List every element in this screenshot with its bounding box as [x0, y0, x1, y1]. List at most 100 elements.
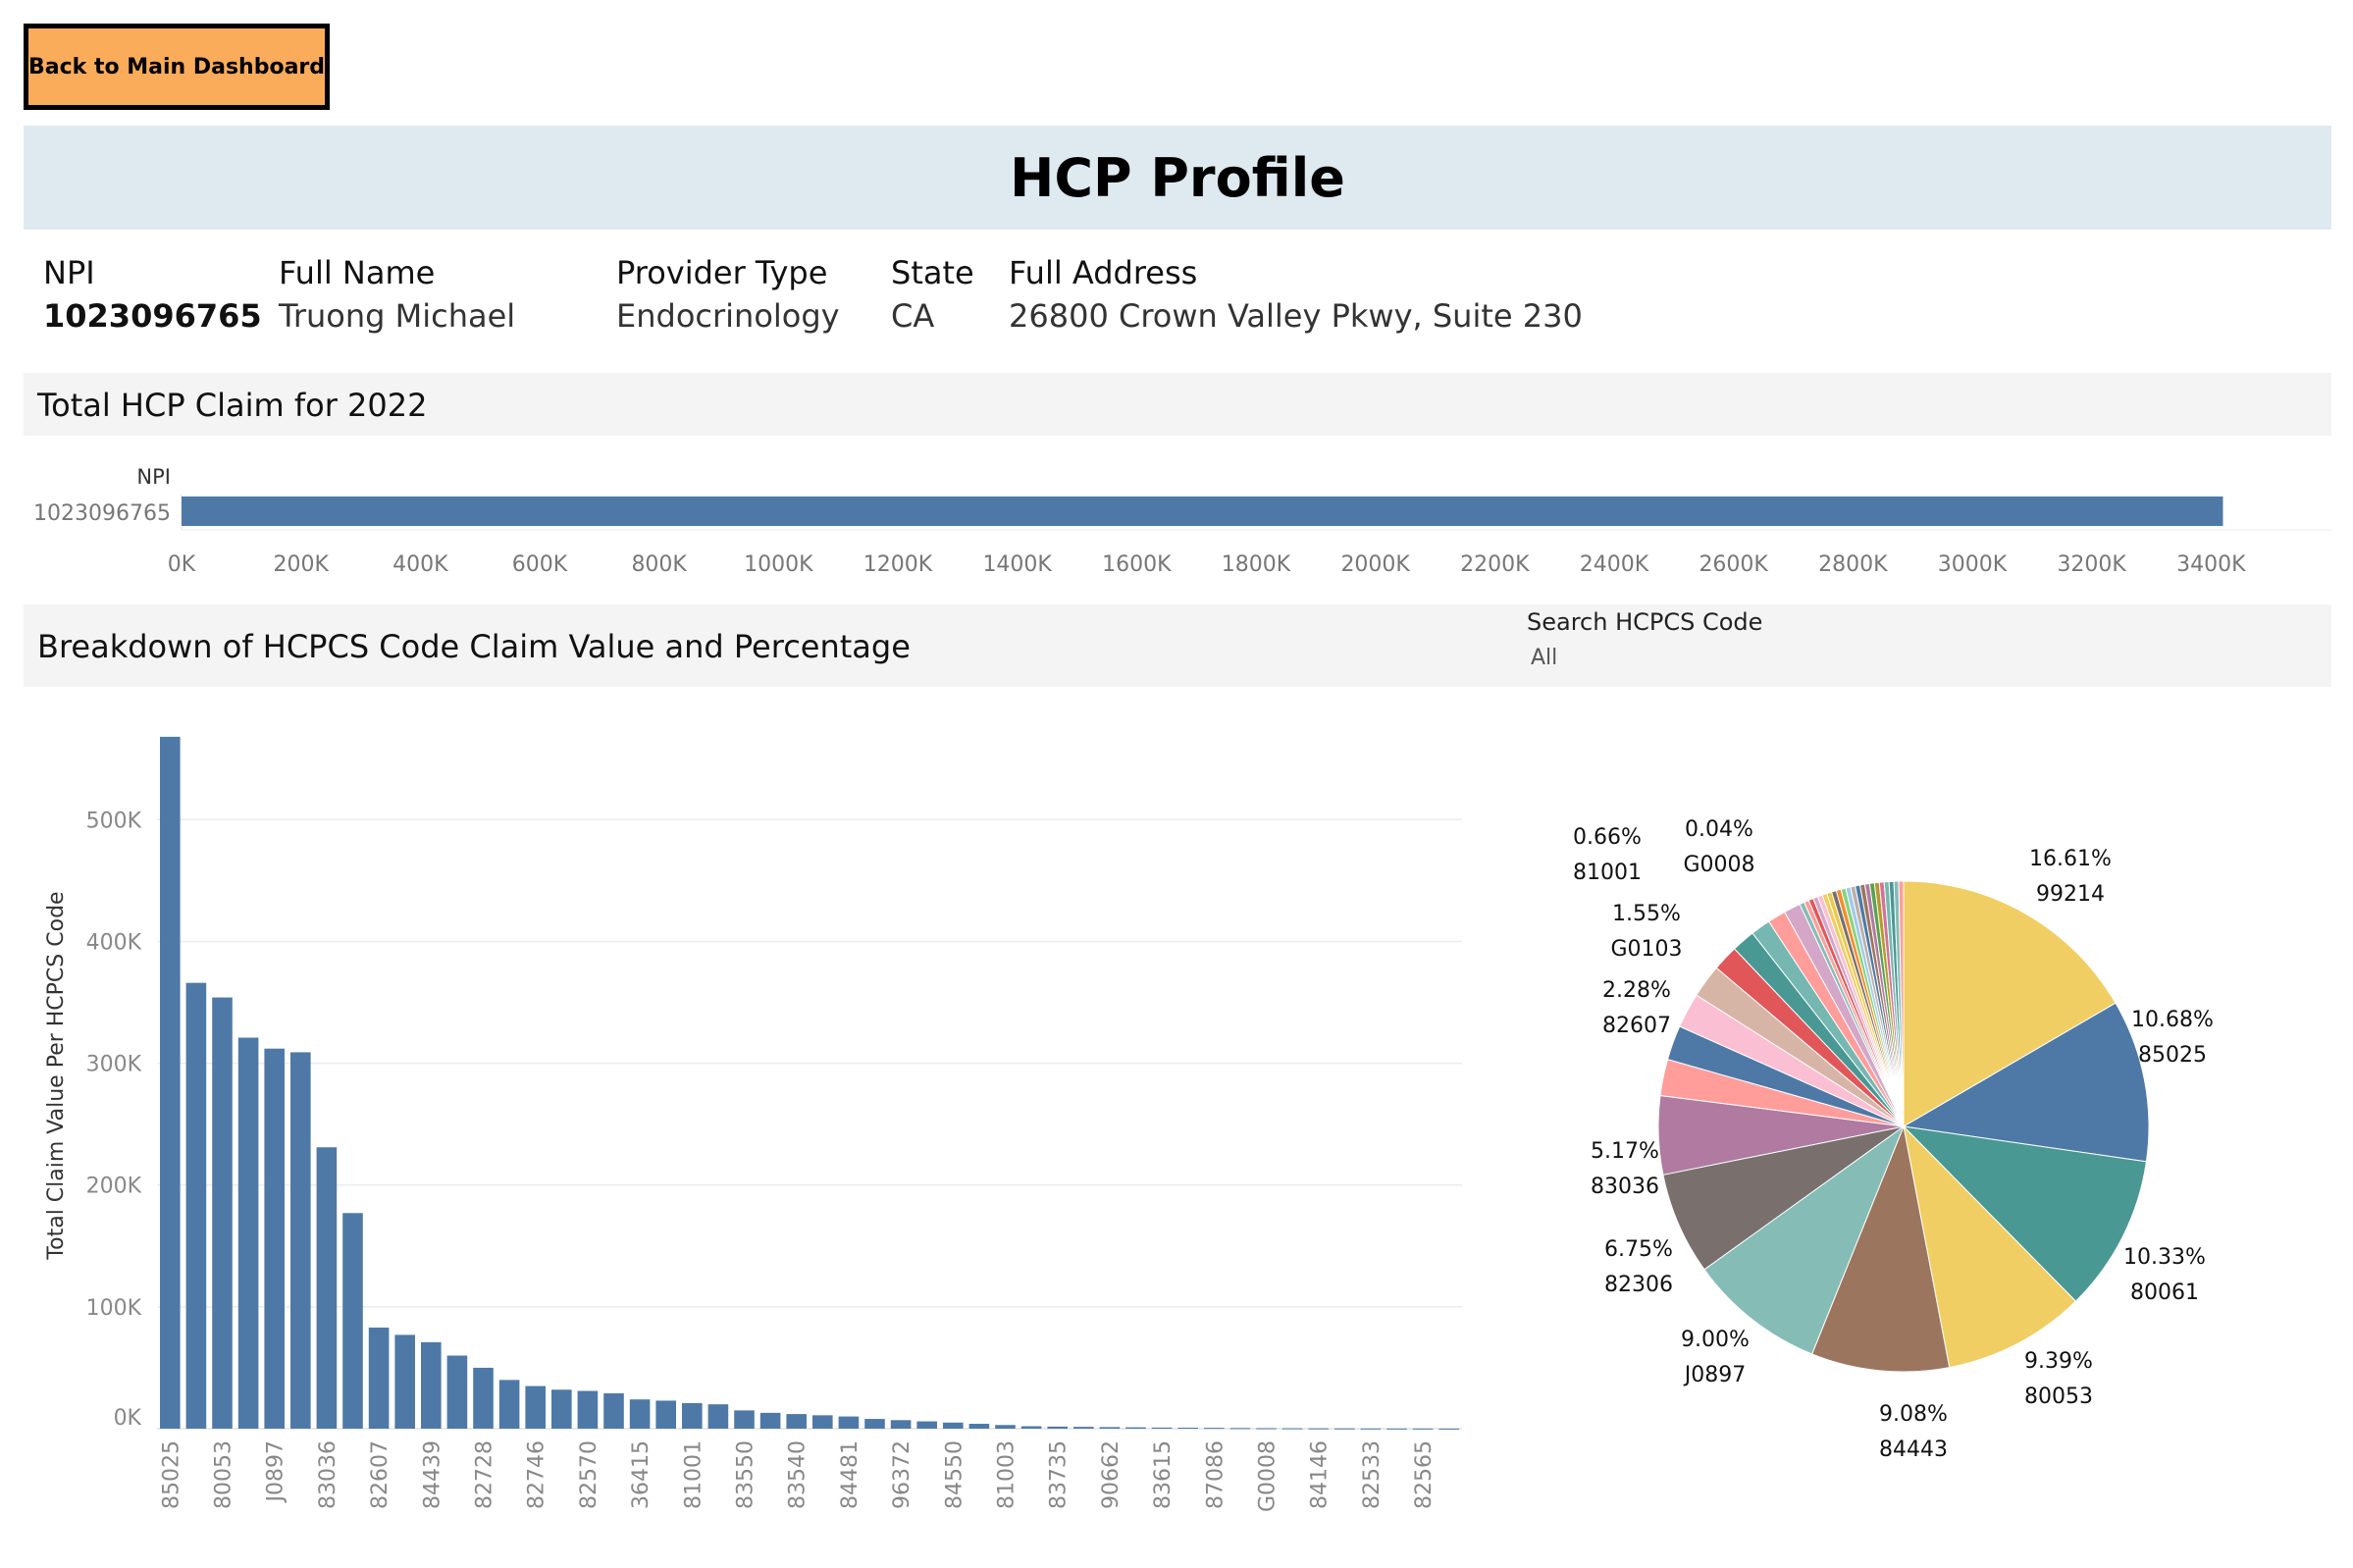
- provider-type-value: Endocrinology: [616, 297, 840, 335]
- vbar-y-tick-label: 100K: [86, 1296, 142, 1321]
- search-hcpcs-label: Search HCPCS Code: [1527, 608, 1763, 636]
- vbar-x-tick-label: 82565: [1412, 1440, 1437, 1509]
- hbar-x-tick-label: 200K: [273, 552, 329, 577]
- hbar-category-label: 1023096765: [33, 501, 171, 526]
- vbar-bar: [812, 1415, 833, 1429]
- vbar-bar: [1438, 1428, 1459, 1430]
- vbar-bar: [1360, 1428, 1382, 1430]
- full-name-label: Full Name: [279, 254, 436, 291]
- vbar-x-tick-label: 96372: [890, 1440, 915, 1509]
- vbar-bar: [1073, 1427, 1094, 1429]
- vbar-x-tick-label: 36415: [629, 1440, 654, 1509]
- vbar-x-tick-label: 84550: [942, 1440, 967, 1509]
- vbar-x-tick-label: 84481: [838, 1440, 863, 1509]
- vbar-bar: [968, 1424, 990, 1429]
- vbar-x-tick-label: G0008: [1256, 1440, 1281, 1512]
- pie-percent-label: 0.04%: [1685, 817, 1753, 842]
- vbar-bar: [1334, 1428, 1355, 1430]
- hbar-x-tick-label: 2200K: [1460, 552, 1530, 577]
- vbar-bar: [394, 1334, 415, 1429]
- pie-percent-label: 2.28%: [1602, 978, 1671, 1003]
- vbar-y-tick-label: 500K: [86, 809, 142, 833]
- vbar-x-tick-label: 82570: [577, 1440, 601, 1509]
- hbar-x-tick-label: 2000K: [1340, 552, 1410, 577]
- state-label: State: [891, 254, 974, 291]
- vbar-bar: [629, 1399, 651, 1429]
- vbar-bar: [1047, 1426, 1068, 1429]
- address-label: Full Address: [1009, 254, 1198, 291]
- vbar-x-tick-label: 83735: [1047, 1440, 1072, 1509]
- breakdown-header: Breakdown of HCPCS Code Claim Value and …: [24, 604, 2331, 687]
- vbar-bar: [786, 1414, 807, 1429]
- pie-code-label: 85025: [2138, 1043, 2207, 1068]
- vbar-bar: [446, 1355, 468, 1429]
- pie-code-label: J0897: [1683, 1363, 1746, 1387]
- vbar-bar: [916, 1421, 937, 1429]
- total-claim-bar-chart: NPI 1023096765 0K 200K 400K 600K 800K 1000K 1200…: [33, 465, 2331, 577]
- pie-percent-label: 10.33%: [2123, 1245, 2206, 1270]
- vbar-x-tick-label: 87086: [1203, 1440, 1228, 1509]
- vbar-bar: [1204, 1428, 1225, 1430]
- npi-value: 1023096765: [43, 297, 262, 335]
- vbar-bar: [838, 1416, 860, 1429]
- vbar-bar: [1177, 1428, 1198, 1430]
- vbar-bar: [498, 1380, 520, 1429]
- vbar-x-tick-label: 83550: [734, 1440, 758, 1509]
- vbar-bar: [1256, 1428, 1277, 1430]
- vbar-y-tick-label: 0K: [114, 1406, 142, 1431]
- vbar-x-tick-label: 85025: [159, 1440, 183, 1509]
- hbar-x-tick-label: 2400K: [1580, 552, 1649, 577]
- vbar-bar: [734, 1410, 755, 1429]
- full-name-column: Full Name Truong Michael: [279, 251, 515, 338]
- vbar-bar: [603, 1393, 624, 1429]
- npi-label: NPI: [43, 254, 95, 291]
- vbar-bar: [1125, 1427, 1146, 1429]
- breakdown-title: Breakdown of HCPCS Code Claim Value and …: [37, 628, 911, 665]
- vbar-bar: [264, 1048, 285, 1429]
- back-to-main-dashboard-button[interactable]: Back to Main Dashboard: [24, 24, 330, 110]
- vbar-bar: [342, 1213, 363, 1429]
- vbar-bar: [1099, 1427, 1121, 1429]
- pie-code-label: 80061: [2130, 1281, 2199, 1305]
- vbar-bar: [1229, 1428, 1251, 1430]
- vbar-x-tick-label: 83615: [1151, 1440, 1176, 1509]
- vbar-x-tick-label: 82728: [473, 1440, 497, 1509]
- state-column: State CA: [891, 251, 974, 338]
- pie-percent-label: 0.66%: [1573, 825, 1642, 850]
- pie-percent-label: 9.08%: [1879, 1402, 1948, 1427]
- vbar-x-tick-label: 83036: [316, 1440, 340, 1509]
- vbar-bar: [864, 1419, 885, 1429]
- hbar-x-tick-label: 400K: [392, 552, 448, 577]
- pie-percent-label: 16.61%: [2029, 847, 2112, 871]
- address-value: 26800 Crown Valley Pkwy, Suite 230: [1009, 297, 1583, 335]
- vbar-bar: [759, 1412, 781, 1429]
- pie-code-label: G0103: [1610, 937, 1682, 962]
- vbar-bar: [160, 736, 181, 1429]
- pie-percent-label: 6.75%: [1604, 1237, 1673, 1262]
- search-hcpcs-input[interactable]: All: [1531, 646, 1557, 670]
- vbar-bar: [577, 1390, 599, 1429]
- vbar-bar: [316, 1147, 338, 1429]
- pie-percent-label: 5.17%: [1591, 1139, 1659, 1164]
- hbar-x-tick-label: 3000K: [1938, 552, 2008, 577]
- hbar-x-tick-label: 2800K: [1818, 552, 1888, 577]
- hbar-x-tick-label: 1800K: [1222, 552, 1291, 577]
- vbar-bar: [682, 1402, 703, 1429]
- hcpcs-claim-bar-chart: 0K 100K 200K 300K 400K 500K Total Claim Value …: [44, 736, 1462, 1512]
- vbar-x-tick-label: 81003: [995, 1440, 1020, 1509]
- hbar-x-tick-label: 1000K: [744, 552, 813, 577]
- hcpcs-percentage-pie-chart: 16.61% 99214 10.68% 85025 10.33% 80061 9.39% 80…: [1573, 817, 2214, 1462]
- vbar-y-axis-title: Total Claim Value Per HCPCS Code: [44, 891, 69, 1260]
- vbar-bar: [1308, 1428, 1329, 1430]
- vbar-x-tick-label: 80053: [212, 1440, 236, 1509]
- hbar-bar: [182, 497, 2223, 526]
- pie-percent-label: 9.00%: [1681, 1328, 1750, 1352]
- hbar-x-tick-label: 3400K: [2176, 552, 2246, 577]
- hbar-axis-title: NPI: [136, 465, 171, 489]
- pie-code-label: 84443: [1879, 1437, 1948, 1462]
- vbar-bar: [890, 1420, 912, 1429]
- vbar-y-tick-label: 200K: [86, 1175, 142, 1199]
- pie-percent-label: 1.55%: [1612, 902, 1681, 926]
- vbar-bar: [1020, 1426, 1042, 1429]
- hbar-x-tick-label: 1400K: [982, 552, 1052, 577]
